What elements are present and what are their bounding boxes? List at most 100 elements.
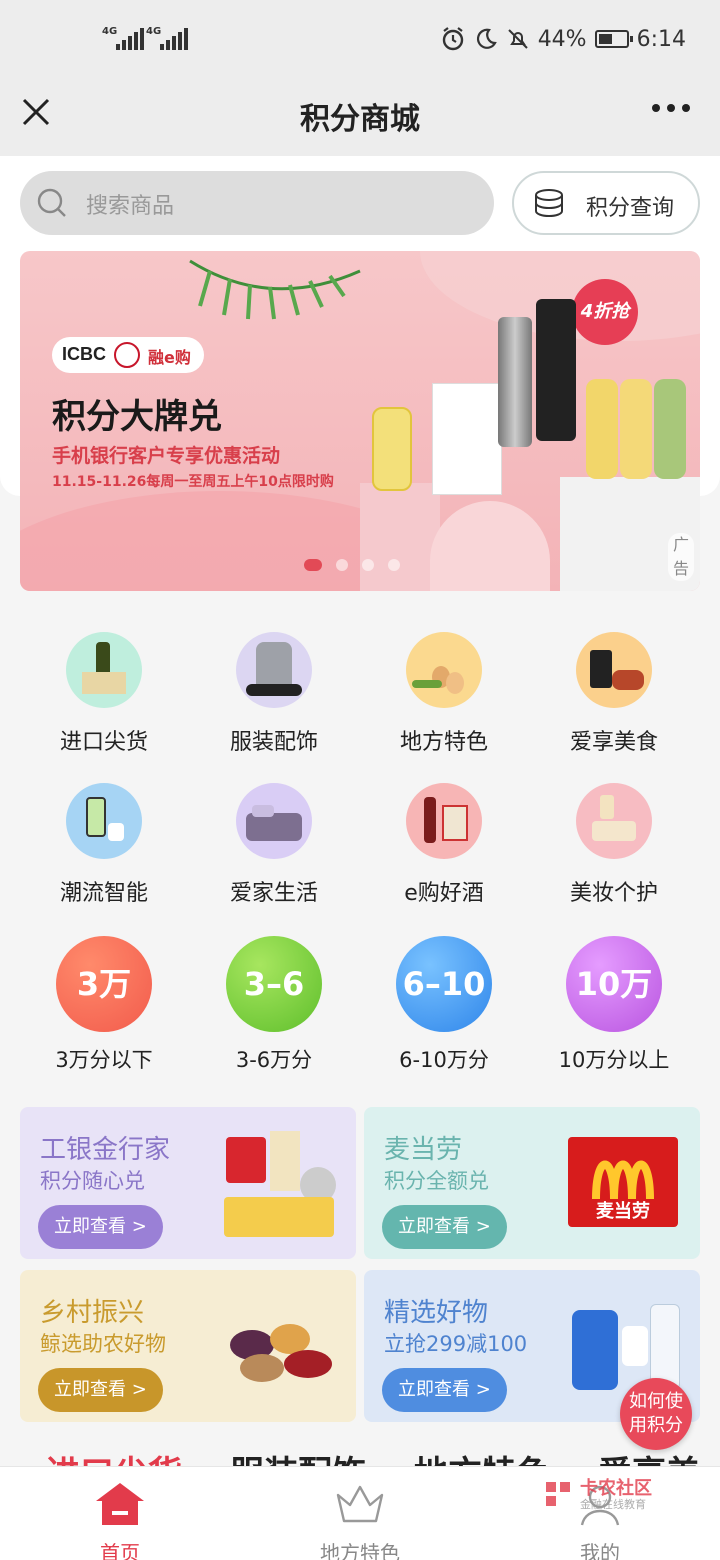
watermark-subtext: 金融在线教育	[580, 1498, 646, 1511]
carousel-dot[interactable]	[336, 559, 348, 571]
range-label: 10万分以上	[558, 1048, 670, 1072]
discount-badge: 4折抢	[572, 279, 638, 345]
range-badge: 10万	[566, 936, 662, 1032]
promo-title: 工银金行家	[40, 1135, 171, 1165]
view-now-button[interactable]: 立即查看 >	[382, 1205, 507, 1249]
promo-card-gold[interactable]: 工银金行家 积分随心兑 立即查看 >	[20, 1107, 356, 1259]
promo-banner[interactable]: ICBC 融e购 积分大牌兑 手机银行客户专享优惠活动 11.15-11.26每…	[20, 251, 700, 591]
rice-bag-icon	[432, 383, 502, 495]
snacks-icon	[576, 632, 652, 708]
category-gourmet-food[interactable]: 爱享美食	[529, 632, 699, 756]
palm-leaf-icon	[189, 259, 361, 320]
banner-subtitle: 手机银行客户专享优惠活动	[52, 445, 281, 467]
category-wine[interactable]: e购好酒	[359, 783, 529, 907]
range-30k-60k[interactable]: 3–6 3-6万分	[189, 936, 359, 1074]
mcdonalds-logo-icon: 麦当劳	[568, 1137, 678, 1227]
search-icon	[37, 188, 66, 217]
bottom-nav-label: 地方特色	[320, 1541, 400, 1560]
promo-card-rural[interactable]: 乡村振兴 鲸选助农好物 立即查看 >	[20, 1270, 356, 1422]
bank-logo: ICBC 融e购	[52, 337, 204, 373]
help-line-2: 用积分	[629, 1415, 683, 1436]
vitamin-bottle-icon	[372, 407, 412, 491]
category-label: e购好酒	[404, 881, 484, 906]
range-label: 6-10万分	[399, 1048, 489, 1072]
signal-bars-2-icon	[160, 28, 188, 50]
olive-oil-icon	[66, 632, 142, 708]
mcdonalds-logo-text: 麦当劳	[596, 1201, 650, 1222]
gold-products-icon	[220, 1127, 344, 1247]
home-icon	[96, 1483, 144, 1525]
category-label: 进口尖货	[59, 730, 148, 755]
category-local-specialty[interactable]: 地方特色	[359, 632, 529, 756]
banner-date: 11.15-11.26每周一至周五上午10点限时购	[52, 474, 334, 490]
promo-subtitle: 鲸选助农好物	[40, 1332, 166, 1356]
pedestal	[430, 501, 550, 591]
category-apparel[interactable]: 服装配饰	[189, 632, 359, 756]
carousel-dot[interactable]	[388, 559, 400, 571]
range-60k-100k[interactable]: 6–10 6-10万分	[359, 936, 529, 1074]
promo-subtitle: 积分全额兑	[384, 1169, 489, 1193]
promo-subtitle: 立抢299减100	[384, 1332, 528, 1356]
promo-title: 乡村振兴	[40, 1298, 145, 1328]
view-now-button[interactable]: 立即查看 >	[38, 1368, 163, 1412]
cosmetics-icon	[576, 783, 652, 859]
alarm-icon	[442, 27, 463, 51]
wine-icon	[406, 783, 482, 859]
category-home-living[interactable]: 爱家生活	[189, 783, 359, 907]
range-badge: 3万	[56, 936, 152, 1032]
page-title: 积分商城	[300, 102, 420, 137]
more-menu-icon[interactable]	[652, 104, 690, 112]
points-query-label: 积分查询	[586, 196, 675, 221]
search-input[interactable]: 搜索商品	[20, 171, 494, 235]
thermos-black-icon	[536, 299, 576, 441]
range-label: 3万分以下	[55, 1048, 153, 1072]
category-label: 爱享美食	[569, 730, 658, 755]
nav-bar: 积分商城	[0, 84, 720, 156]
do-not-disturb-moon-icon	[476, 28, 497, 49]
ad-tag: 广告	[668, 533, 694, 581]
coins-stack-icon	[535, 189, 563, 218]
category-label: 地方特色	[399, 730, 488, 755]
promo-title: 精选好物	[384, 1298, 489, 1328]
category-imported-goods[interactable]: 进口尖货	[19, 632, 189, 756]
crown-icon	[336, 1485, 384, 1523]
battery-icon	[594, 30, 633, 48]
muted-bell-icon	[507, 29, 528, 49]
carousel-dot[interactable]	[362, 559, 374, 571]
carousel-dot[interactable]	[304, 559, 322, 571]
bottom-nav-local-specialty[interactable]: 地方特色	[270, 1467, 450, 1560]
clock: 6:14	[636, 26, 686, 52]
category-label: 爱家生活	[229, 881, 318, 906]
view-now-button[interactable]: 立即查看 >	[382, 1368, 507, 1412]
bottom-nav-home[interactable]: 首页	[30, 1467, 210, 1560]
network-type-1: 4G	[102, 26, 118, 37]
watermark-logo-icon	[546, 1482, 570, 1506]
bottom-nav-label: 我的	[580, 1541, 620, 1560]
watermark: 卡农社区 金融在线教育	[540, 1474, 700, 1514]
range-badge: 6–10	[396, 936, 492, 1032]
points-query-button[interactable]: 积分查询	[512, 171, 700, 235]
icbc-logo-text: ICBC	[62, 344, 106, 364]
eggs-icon	[406, 632, 482, 708]
promo-subtitle: 积分随心兑	[40, 1169, 145, 1193]
category-label: 服装配饰	[229, 730, 318, 755]
bottom-nav-label: 首页	[100, 1541, 140, 1560]
category-beauty-care[interactable]: 美妆个护	[529, 783, 699, 907]
view-now-button[interactable]: 立即查看 >	[38, 1205, 163, 1249]
battery-percent: 44%	[537, 26, 587, 52]
dried-fruits-icon	[220, 1320, 340, 1390]
carousel-dots	[304, 559, 400, 571]
signal-bars-1-icon	[116, 28, 144, 50]
help-line-1: 如何使	[629, 1391, 683, 1412]
shampoo-bottles-icon	[586, 379, 690, 481]
category-smart-devices[interactable]: 潮流智能	[19, 783, 189, 907]
category-label: 潮流智能	[59, 881, 148, 906]
thermos-silver-icon	[498, 317, 532, 447]
brand-name: 融e购	[148, 348, 191, 367]
status-bar: 4G 4G 44% 6:14	[0, 0, 720, 84]
network-type-2: 4G	[146, 26, 162, 37]
range-label: 3-6万分	[235, 1048, 313, 1072]
range-under-30k[interactable]: 3万 3万分以下	[19, 936, 189, 1074]
range-over-100k[interactable]: 10万 10万分以上	[529, 936, 699, 1074]
promo-card-mcdonalds[interactable]: 麦当劳 积分全额兑 立即查看 > 麦当劳	[364, 1107, 700, 1259]
